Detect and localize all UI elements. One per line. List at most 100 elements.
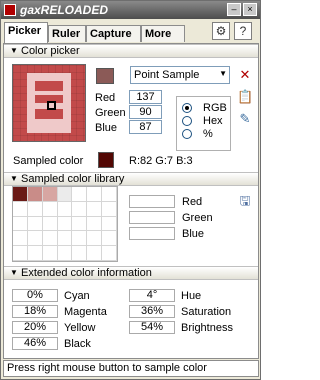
help-icon[interactable]: ? — [234, 22, 252, 40]
library-slot[interactable] — [57, 246, 73, 261]
collapse-arrow-icon: ▼ — [10, 268, 18, 277]
magnified-pixel-block — [35, 81, 63, 91]
saturation-label: Saturation — [181, 306, 232, 318]
color-library-grid[interactable] — [12, 186, 118, 262]
app-logo-icon — [4, 4, 16, 16]
library-slot[interactable] — [13, 216, 28, 232]
library-slot[interactable] — [87, 201, 103, 217]
current-color-swatch — [96, 68, 114, 84]
library-slot[interactable] — [102, 216, 117, 232]
section-title: Sampled color library — [21, 173, 125, 185]
crosshair-icon — [47, 101, 56, 110]
format-radio-group: RGB Hex % — [176, 96, 231, 151]
hex-radio[interactable] — [182, 116, 192, 126]
chevron-down-icon: ▼ — [219, 69, 227, 78]
library-swatch[interactable] — [42, 187, 58, 202]
library-slot[interactable] — [102, 231, 117, 247]
extended-info-header[interactable]: ▼ Extended color information — [4, 266, 258, 280]
library-slot[interactable] — [72, 187, 88, 202]
library-swatch[interactable] — [13, 187, 28, 202]
settings-icon[interactable]: ⚙ — [212, 22, 230, 40]
library-slot[interactable] — [42, 231, 58, 247]
sample-mode-select[interactable]: Point Sample ▼ — [130, 66, 230, 84]
sampled-color-label: Sampled color — [13, 155, 84, 167]
library-slot[interactable] — [72, 201, 88, 217]
brightness-value: 54% — [129, 321, 175, 334]
library-slot[interactable] — [13, 231, 28, 247]
library-swatch[interactable] — [27, 187, 43, 202]
library-slot[interactable] — [72, 216, 88, 232]
save-library-icon[interactable]: 🖫 — [237, 193, 253, 209]
library-slot[interactable] — [87, 231, 103, 247]
green-value: 90 — [129, 105, 162, 119]
library-slot[interactable] — [27, 201, 43, 217]
library-green-label: Green — [182, 212, 213, 224]
library-green-value — [129, 211, 175, 224]
library-slot[interactable] — [57, 216, 73, 232]
library-blue-label: Blue — [182, 228, 205, 240]
magenta-label: Magenta — [64, 306, 107, 318]
library-slot[interactable] — [87, 246, 103, 261]
collapse-arrow-icon: ▼ — [10, 174, 18, 183]
tab-more[interactable]: More — [141, 25, 185, 42]
crosshair-tool-icon[interactable]: ✕ — [237, 67, 253, 83]
blue-label: Blue — [95, 122, 118, 134]
library-swatch[interactable] — [57, 187, 73, 202]
tab-ruler[interactable]: Ruler — [48, 25, 86, 42]
hue-value: 4° — [129, 289, 175, 302]
yellow-value: 20% — [12, 321, 58, 334]
sampled-color-value: R:82 G:7 B:3 — [129, 155, 193, 167]
picker-panel: ▼ Color picker Point Sample ▼ Red 137 Gr… — [3, 43, 259, 359]
section-title: Color picker — [21, 45, 80, 57]
black-label: Black — [64, 338, 91, 350]
rgb-radio[interactable] — [182, 103, 192, 113]
library-slot[interactable] — [87, 216, 103, 232]
brightness-label: Brightness — [181, 322, 233, 334]
library-slot[interactable] — [102, 246, 117, 261]
library-slot[interactable] — [72, 246, 88, 261]
percent-radio[interactable] — [182, 129, 192, 139]
library-slot[interactable] — [87, 187, 103, 202]
library-slot[interactable] — [42, 216, 58, 232]
color-library-header[interactable]: ▼ Sampled color library — [4, 172, 258, 186]
green-label: Green — [95, 107, 126, 119]
black-value: 46% — [12, 337, 58, 350]
library-slot[interactable] — [42, 246, 58, 261]
status-bar: Press right mouse button to sample color — [3, 360, 259, 377]
hue-label: Hue — [181, 290, 202, 302]
magnifier-view[interactable] — [12, 64, 86, 142]
library-red-value — [129, 195, 175, 208]
library-red-label: Red — [182, 196, 203, 208]
library-slot[interactable] — [27, 231, 43, 247]
tab-bar: Picker Ruler Capture More ⚙ ? — [1, 19, 260, 43]
library-slot[interactable] — [42, 201, 58, 217]
color-picker-header[interactable]: ▼ Color picker — [4, 44, 258, 58]
library-slot[interactable] — [57, 231, 73, 247]
sampled-color-swatch — [98, 152, 114, 168]
minimize-button[interactable]: – — [227, 3, 241, 16]
window-title: gaxRELOADED — [20, 3, 109, 17]
title-bar[interactable]: gaxRELOADED – × — [1, 1, 260, 19]
library-slot[interactable] — [13, 246, 28, 261]
section-title: Extended color information — [21, 267, 152, 279]
blue-value: 87 — [129, 120, 162, 134]
library-slot[interactable] — [13, 201, 28, 217]
cyan-label: Cyan — [64, 290, 90, 302]
tab-picker[interactable]: Picker — [4, 22, 48, 43]
library-slot[interactable] — [27, 246, 43, 261]
library-slot[interactable] — [102, 187, 117, 202]
library-slot[interactable] — [27, 216, 43, 232]
saturation-value: 36% — [129, 305, 175, 318]
cyan-value: 0% — [12, 289, 58, 302]
percent-radio-label: % — [203, 128, 213, 140]
collapse-arrow-icon: ▼ — [10, 46, 18, 55]
library-slot[interactable] — [72, 231, 88, 247]
red-label: Red — [95, 92, 116, 104]
rgb-radio-label: RGB — [203, 102, 227, 114]
copy-icon[interactable]: 📋 — [237, 89, 253, 105]
library-slot[interactable] — [102, 201, 117, 217]
close-button[interactable]: × — [243, 3, 257, 16]
tab-capture[interactable]: Capture — [86, 25, 141, 42]
library-slot[interactable] — [57, 201, 73, 217]
eyedropper-icon[interactable]: ✎ — [237, 111, 253, 127]
